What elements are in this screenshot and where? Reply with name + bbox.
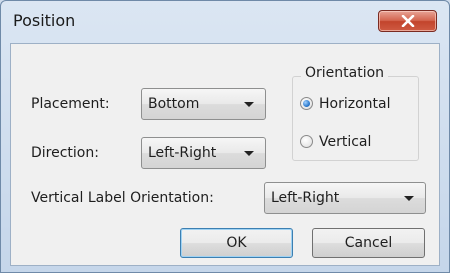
- placement-dropdown[interactable]: Bottom: [141, 88, 266, 120]
- chevron-down-icon: [244, 102, 254, 107]
- horizontal-label: Horizontal: [319, 96, 391, 112]
- direction-value: Left-Right: [148, 145, 217, 161]
- dialog-content: Placement: Bottom Direction: Left-Right …: [10, 43, 440, 266]
- cancel-button[interactable]: Cancel: [312, 228, 425, 258]
- close-button[interactable]: [378, 10, 437, 32]
- close-icon: [401, 15, 415, 27]
- chevron-down-icon: [244, 151, 254, 156]
- title-bar[interactable]: Position: [1, 1, 449, 41]
- orientation-legend: Orientation: [301, 65, 389, 81]
- radio-vertical[interactable]: Vertical: [300, 134, 410, 152]
- radio-button-selected[interactable]: [300, 97, 313, 110]
- vertical-label-orientation-label: Vertical Label Orientation:: [31, 190, 214, 206]
- direction-dropdown[interactable]: Left-Right: [141, 137, 266, 169]
- ok-button[interactable]: OK: [180, 228, 293, 258]
- vertical-label-orientation-dropdown[interactable]: Left-Right: [264, 182, 426, 214]
- placement-value: Bottom: [148, 96, 200, 112]
- placement-label: Placement:: [31, 96, 110, 112]
- vertical-label-orientation-value: Left-Right: [271, 190, 340, 206]
- vertical-label: Vertical: [319, 134, 372, 150]
- radio-horizontal[interactable]: Horizontal: [300, 96, 410, 114]
- radio-button[interactable]: [300, 135, 313, 148]
- dialog-title: Position: [13, 11, 76, 30]
- chevron-down-icon: [404, 196, 414, 201]
- position-dialog: Position Placement: Bottom Direction: Le…: [0, 0, 450, 273]
- direction-label: Direction:: [31, 145, 99, 161]
